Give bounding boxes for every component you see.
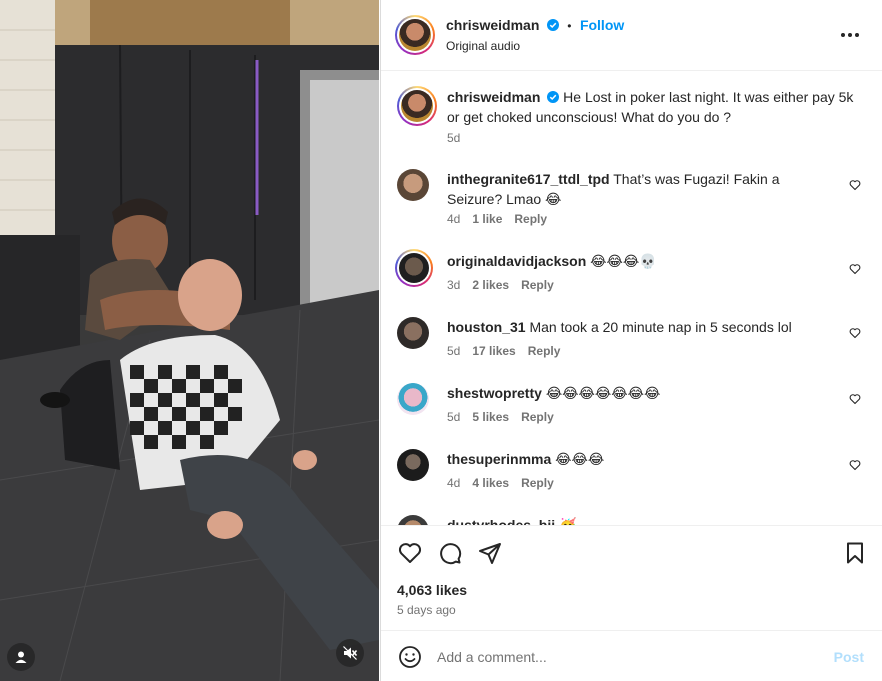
commenter-avatar[interactable] [395, 249, 433, 287]
comment-bubble-icon[interactable] [438, 541, 462, 565]
comment-time[interactable]: 5d [447, 344, 460, 358]
post-video[interactable] [0, 0, 379, 681]
comment-text: 😂😂😂😂😂😂😂 [545, 385, 661, 401]
comment-item: shestwopretty 😂😂😂😂😂😂😂 5d 5 likes Reply [397, 383, 869, 427]
commenter-avatar[interactable] [397, 449, 429, 481]
like-comment-heart-icon[interactable] [849, 263, 861, 275]
comment-input[interactable] [437, 646, 817, 668]
follow-button[interactable]: Follow [580, 17, 624, 33]
more-options-button[interactable] [838, 25, 862, 45]
comment-time[interactable]: 4d [447, 476, 460, 490]
comment-item: houston_31 Man took a 20 minute nap in 5… [397, 317, 869, 361]
volume-off-icon [343, 646, 358, 660]
comment-time[interactable]: 5d [447, 410, 460, 424]
comment-likes[interactable]: 17 likes [472, 344, 515, 358]
comment-item: originaldavidjackson 😂😂😂💀 3d 2 likes Rep… [395, 249, 869, 295]
comment-username[interactable]: originaldavidjackson [447, 253, 586, 269]
like-comment-heart-icon[interactable] [849, 179, 861, 191]
author-avatar[interactable] [395, 15, 435, 55]
author-username[interactable]: chrisweidman [446, 17, 539, 33]
comment-time[interactable]: 3d [447, 278, 460, 292]
likes-count[interactable]: 4,063 likes [397, 582, 467, 598]
post-header: chrisweidman • Follow Original audio [381, 0, 882, 71]
like-comment-heart-icon[interactable] [849, 327, 861, 339]
reply-button[interactable]: Reply [521, 278, 554, 292]
post-caption: chrisweidman He Lost in poker last night… [397, 86, 869, 146]
post-details-panel: chrisweidman • Follow Original audio chr… [380, 0, 882, 681]
emoji-icon[interactable] [398, 645, 422, 669]
like-comment-heart-icon[interactable] [849, 459, 861, 471]
comment-username[interactable]: houston_31 [447, 319, 526, 335]
caption-avatar[interactable] [397, 86, 437, 126]
like-comment-heart-icon[interactable] [849, 393, 861, 405]
comment-username[interactable]: shestwopretty [447, 385, 542, 401]
comment-likes[interactable]: 2 likes [472, 278, 509, 292]
comment-time[interactable]: 4d [447, 212, 460, 226]
mute-toggle-button[interactable] [336, 639, 364, 667]
comment-username[interactable]: inthegranite617_ttdl_tpd [447, 171, 610, 187]
header-separator: • [567, 19, 572, 33]
post-timestamp[interactable]: 5 days ago [397, 603, 456, 617]
reply-button[interactable]: Reply [528, 344, 561, 358]
save-bookmark-icon[interactable] [843, 541, 867, 565]
add-comment-bar: Post [381, 632, 882, 681]
comment-text: 😂😂😂💀 [590, 253, 657, 269]
comment-likes[interactable]: 1 like [472, 212, 502, 226]
post-actions: 4,063 likes 5 days ago [381, 527, 882, 631]
caption-username[interactable]: chrisweidman [447, 89, 540, 105]
verified-badge-icon [547, 91, 560, 103]
verified-badge-icon [546, 19, 559, 31]
comment-item: thesuperinmma 😂😂😂 4d 4 likes Reply [397, 449, 869, 493]
audio-label[interactable]: Original audio [446, 39, 520, 53]
comment-text: 😂😂😂 [555, 451, 605, 467]
reply-button[interactable]: Reply [521, 410, 554, 424]
user-icon [15, 651, 27, 663]
post-comment-button[interactable]: Post [834, 649, 864, 665]
comment-username[interactable]: thesuperinmma [447, 451, 551, 467]
commenter-avatar[interactable] [397, 169, 429, 201]
tagged-users-button[interactable] [7, 643, 35, 671]
video-frame [0, 0, 379, 681]
comment-item: dustyrhodes_bji 🥳 [397, 515, 869, 526]
more-horizontal-icon [841, 33, 859, 37]
reply-button[interactable]: Reply [521, 476, 554, 490]
comment-text: Man took a 20 minute nap in 5 seconds lo… [529, 319, 792, 335]
commenter-avatar[interactable] [397, 383, 429, 415]
reply-button[interactable]: Reply [514, 212, 547, 226]
like-heart-icon[interactable] [398, 541, 422, 565]
commenter-avatar[interactable] [397, 515, 429, 525]
comment-likes[interactable]: 4 likes [472, 476, 509, 490]
comment-likes[interactable]: 5 likes [472, 410, 509, 424]
caption-time[interactable]: 5d [447, 131, 460, 145]
share-send-icon[interactable] [478, 541, 502, 565]
comment-text: 🥳 [559, 517, 577, 526]
comment-username[interactable]: dustyrhodes_bji [447, 517, 555, 525]
comment-item: inthegranite617_ttdl_tpd That’s was Fuga… [397, 169, 869, 229]
commenter-avatar[interactable] [397, 317, 429, 349]
comments-list[interactable]: chrisweidman He Lost in poker last night… [381, 71, 882, 526]
